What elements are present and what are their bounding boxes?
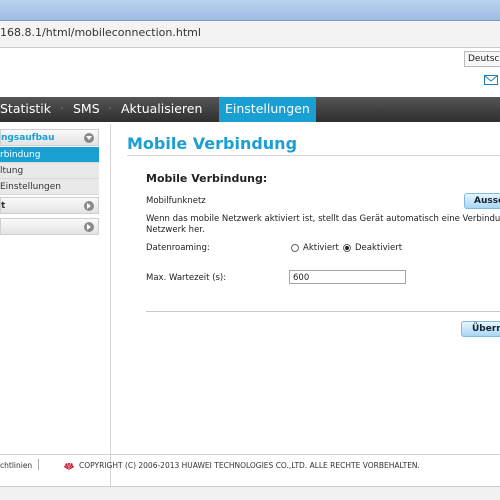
info-text-line1: Wenn das mobile Netzwerk aktiviert ist, … [146, 214, 500, 224]
copyright-text: COPYRIGHT (C) 2006-2013 HUAWEI TECHNOLOG… [79, 461, 420, 470]
chevron-right-icon [84, 201, 94, 211]
roaming-option-enabled-label: Aktiviert [303, 243, 339, 253]
envelope-icon[interactable] [484, 75, 498, 85]
chevron-right-icon [84, 222, 94, 232]
address-bar[interactable]: 168.8.1/html/mobileconnection.html [0, 21, 500, 48]
huawei-logo-icon [64, 463, 74, 470]
sidebar-group-verbindungsaufbau[interactable]: ngsaufbau [0, 129, 99, 146]
footer-divider [0, 454, 500, 455]
nav-item-einstellungen[interactable]: Einstellungen [225, 97, 310, 122]
nav-separator: · [108, 102, 112, 115]
page-title: Mobile Verbindung [127, 134, 298, 153]
chevron-down-icon [84, 133, 94, 143]
sidebar-group-2[interactable]: t [0, 197, 99, 214]
footer-separator [38, 459, 39, 470]
sidebar-group-label: ngsaufbau [1, 133, 55, 143]
browser-status-bar [0, 486, 500, 500]
sidebar-item-mobile-verbindung[interactable]: rbindung [0, 147, 99, 163]
footer-link-privacy[interactable]: chtlinien [0, 461, 32, 470]
nav-item-sms[interactable]: SMS [73, 97, 100, 122]
roaming-label: Datenroaming: [146, 243, 210, 253]
sidebar-group-3[interactable] [0, 218, 99, 235]
info-text-line2: Netzwerk her. [146, 225, 205, 235]
sidebar-group-label: t [1, 201, 6, 211]
form-divider [146, 311, 500, 312]
title-divider [127, 155, 500, 156]
browser-title-bar [0, 0, 500, 21]
roaming-radio-enabled[interactable] [291, 244, 299, 252]
mobilfunknetz-label: Mobilfunknetz [146, 196, 206, 206]
browser-window: 168.8.1/html/mobileconnection.html Deuts… [0, 0, 500, 500]
language-select[interactable]: Deutsch [464, 51, 500, 67]
apply-button[interactable]: Überne [461, 321, 500, 337]
sidebar-item-verwaltung[interactable]: ltung [0, 163, 99, 179]
mobile-network-toggle-button[interactable]: Aussc [464, 193, 500, 209]
nav-separator: · [60, 102, 64, 115]
nav-item-statistik[interactable]: Statistik [0, 97, 51, 122]
nav-item-aktualisieren[interactable]: Aktualisieren [121, 97, 202, 122]
address-url[interactable]: 168.8.1/html/mobileconnection.html [0, 26, 201, 39]
wait-time-label: Max. Wartezeit (s): [146, 273, 227, 283]
section-title: Mobile Verbindung: [146, 172, 268, 185]
roaming-radio-disabled[interactable] [343, 244, 351, 252]
wait-time-input[interactable] [289, 270, 406, 284]
sidebar-item-einstellungen[interactable]: Einstellungen [0, 179, 99, 195]
roaming-option-disabled-label: Deaktiviert [355, 243, 403, 253]
